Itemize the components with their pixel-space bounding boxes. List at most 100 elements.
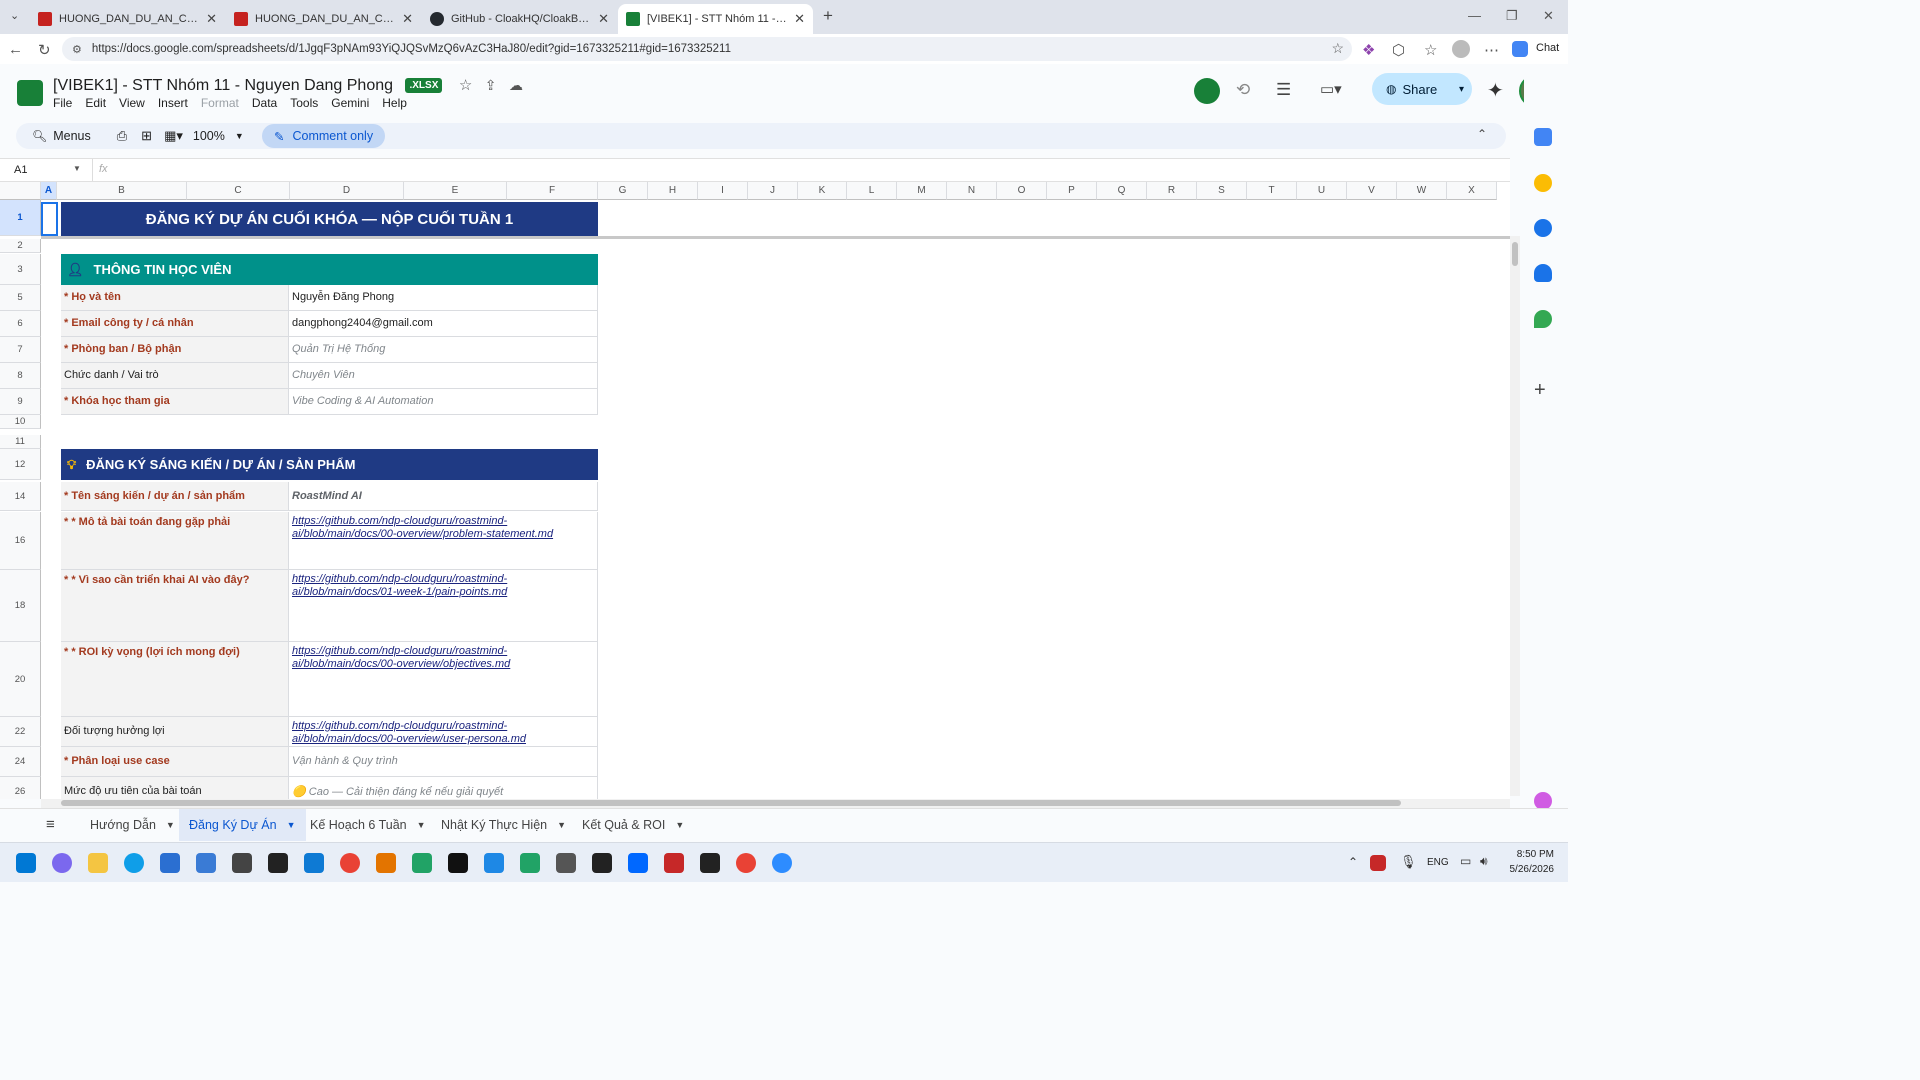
row-header-12[interactable]: 12: [0, 449, 41, 480]
vscode-icon[interactable]: [304, 853, 324, 873]
meet-icon[interactable]: ▭▾: [1320, 80, 1342, 98]
frozen-row-divider[interactable]: [41, 236, 1510, 239]
spreadsheet-grid[interactable]: ABCDEFGHIJKLMNOPQRSTUVWX 1 2 3 5 6 7 8 9 10 11 12 1…: [0, 182, 1510, 799]
name-box[interactable]: A1: [14, 164, 27, 176]
row-header-1[interactable]: 1: [0, 200, 41, 236]
title-banner[interactable]: ĐĂNG KÝ DỰ ÁN CUỐI KHÓA — NỘP CUỐI TUẦN …: [61, 202, 598, 236]
row-header-26[interactable]: 26: [0, 777, 41, 799]
row-header-10[interactable]: 10: [0, 415, 41, 429]
zoom-select[interactable]: 100%: [193, 129, 225, 143]
close-tab-icon[interactable]: ✕: [598, 11, 609, 27]
column-header-a[interactable]: A: [41, 182, 57, 200]
column-header-j[interactable]: J: [748, 182, 798, 200]
all-sheets-icon[interactable]: ≡: [46, 816, 55, 833]
select-all-corner[interactable]: [0, 182, 41, 200]
copilot-app-icon[interactable]: [52, 853, 72, 873]
row-header-16[interactable]: 16: [0, 512, 41, 570]
search-app-icon[interactable]: [376, 853, 396, 873]
row-header-11[interactable]: 11: [0, 435, 41, 449]
field-value[interactable]: 🟡 Cao — Cải thiện đáng kể nếu giải quyết: [289, 777, 598, 799]
chevron-down-icon[interactable]: ▼: [166, 820, 175, 830]
row-header-9[interactable]: 9: [0, 389, 41, 415]
vertical-scroll-thumb[interactable]: [1512, 242, 1518, 266]
search-menus-label[interactable]: Menus: [53, 129, 91, 143]
row-header-14[interactable]: 14: [0, 482, 41, 511]
sheet-tab-dang-ky-du-an[interactable]: Đăng Ký Dự Án ▼: [179, 809, 306, 841]
app-icon[interactable]: [412, 853, 432, 873]
add-addon-icon[interactable]: +: [1534, 379, 1546, 402]
menu-help[interactable]: Help: [382, 96, 407, 110]
menu-view[interactable]: View: [119, 96, 145, 110]
selected-cell-a1[interactable]: [41, 202, 58, 236]
row-header-3[interactable]: 3: [0, 254, 41, 285]
language-indicator[interactable]: ENG: [1427, 857, 1449, 868]
menu-edit[interactable]: Edit: [85, 96, 106, 110]
section-student-info[interactable]: 👤︎ THÔNG TIN HỌC VIÊN: [61, 254, 598, 285]
section-project-registration[interactable]: 💡︎ ĐĂNG KÝ SÁNG KIẾN / DỰ ÁN / SẢN PHẨM: [61, 449, 598, 480]
column-header-l[interactable]: L: [847, 182, 897, 200]
link-cell[interactable]: https://github.com/ndp-cloudguru/roastmi…: [289, 717, 598, 747]
clock-date[interactable]: 5/26/2026: [1506, 864, 1555, 875]
zoom-dropdown-icon[interactable]: ▼: [235, 131, 244, 141]
column-header-t[interactable]: T: [1247, 182, 1297, 200]
extension-icon[interactable]: ❖: [1362, 41, 1375, 59]
keep-icon[interactable]: [1534, 174, 1552, 192]
field-value[interactable]: Vibe Coding & AI Automation: [289, 389, 598, 415]
column-header-x[interactable]: X: [1447, 182, 1497, 200]
collaborator-avatar[interactable]: [1194, 78, 1220, 104]
cloud-status-icon[interactable]: ☁: [509, 77, 523, 93]
chrome-profile-icon[interactable]: [736, 853, 756, 873]
search-menus-icon[interactable]: 🔍︎: [32, 129, 47, 143]
calendar-icon[interactable]: [1534, 128, 1552, 146]
field-value[interactable]: RoastMind AI: [289, 482, 598, 511]
column-header-h[interactable]: H: [648, 182, 698, 200]
collapse-toolbar-icon[interactable]: ⌃: [1477, 127, 1487, 141]
row-header-7[interactable]: 7: [0, 337, 41, 363]
column-header-n[interactable]: N: [947, 182, 997, 200]
new-tab-icon[interactable]: +: [823, 6, 833, 26]
star-icon[interactable]: ☆: [459, 77, 472, 94]
row-header-22[interactable]: 22: [0, 717, 41, 747]
close-window-icon[interactable]: ✕: [1543, 8, 1554, 24]
menu-gemini[interactable]: Gemini: [331, 96, 369, 110]
app-icon[interactable]: [664, 853, 684, 873]
menu-file[interactable]: File: [53, 96, 72, 110]
column-header-g[interactable]: G: [598, 182, 648, 200]
favorites-icon[interactable]: ☆: [1424, 41, 1437, 59]
vertical-scrollbar[interactable]: [1510, 236, 1520, 796]
outlook-icon[interactable]: [196, 853, 216, 873]
link-cell[interactable]: https://github.com/ndp-cloudguru/roastmi…: [289, 512, 598, 570]
restore-icon[interactable]: ❐: [1506, 8, 1518, 24]
field-value[interactable]: Chuyên Viên: [289, 363, 598, 389]
reload-icon[interactable]: ↻: [38, 41, 51, 59]
chevron-down-icon[interactable]: ▼: [557, 820, 566, 830]
row-header-20[interactable]: 20: [0, 642, 41, 717]
volume-icon[interactable]: 🔊︎: [1480, 854, 1488, 869]
edge-icon[interactable]: [124, 853, 144, 873]
column-header-r[interactable]: R: [1147, 182, 1197, 200]
column-header-w[interactable]: W: [1397, 182, 1447, 200]
column-header-m[interactable]: M: [897, 182, 947, 200]
minimize-icon[interactable]: —: [1468, 8, 1481, 23]
column-header-k[interactable]: K: [798, 182, 847, 200]
field-value[interactable]: Nguyễn Đăng Phong: [289, 285, 598, 311]
formula-input[interactable]: [118, 161, 1498, 179]
app-icon[interactable]: [448, 853, 468, 873]
column-header-b[interactable]: B: [57, 182, 187, 200]
microphone-icon[interactable]: 🎙︎: [1400, 854, 1417, 870]
row-header-8[interactable]: 8: [0, 363, 41, 389]
chrome-icon[interactable]: [340, 853, 360, 873]
url-text[interactable]: https://docs.google.com/spreadsheets/d/1…: [92, 43, 731, 55]
name-box-dropdown-icon[interactable]: ▼: [73, 164, 81, 173]
print-icon[interactable]: ⎙: [117, 128, 127, 144]
horizontal-scroll-thumb[interactable]: [61, 800, 1401, 806]
app-icon[interactable]: [484, 853, 504, 873]
app-icon[interactable]: [268, 853, 288, 873]
close-tab-icon[interactable]: ✕: [402, 11, 413, 27]
profile-avatar-icon[interactable]: [1452, 40, 1470, 58]
network-icon[interactable]: ▭: [1460, 854, 1471, 868]
column-header-q[interactable]: Q: [1097, 182, 1147, 200]
chevron-down-icon[interactable]: ▼: [675, 820, 684, 830]
browser-tab-3[interactable]: GitHub - CloakHQ/CloakBrowser: S ✕: [422, 4, 617, 34]
browser-tab-4[interactable]: [VIBEK1] - STT Nhóm 11 - Nguyen ✕: [618, 4, 813, 34]
